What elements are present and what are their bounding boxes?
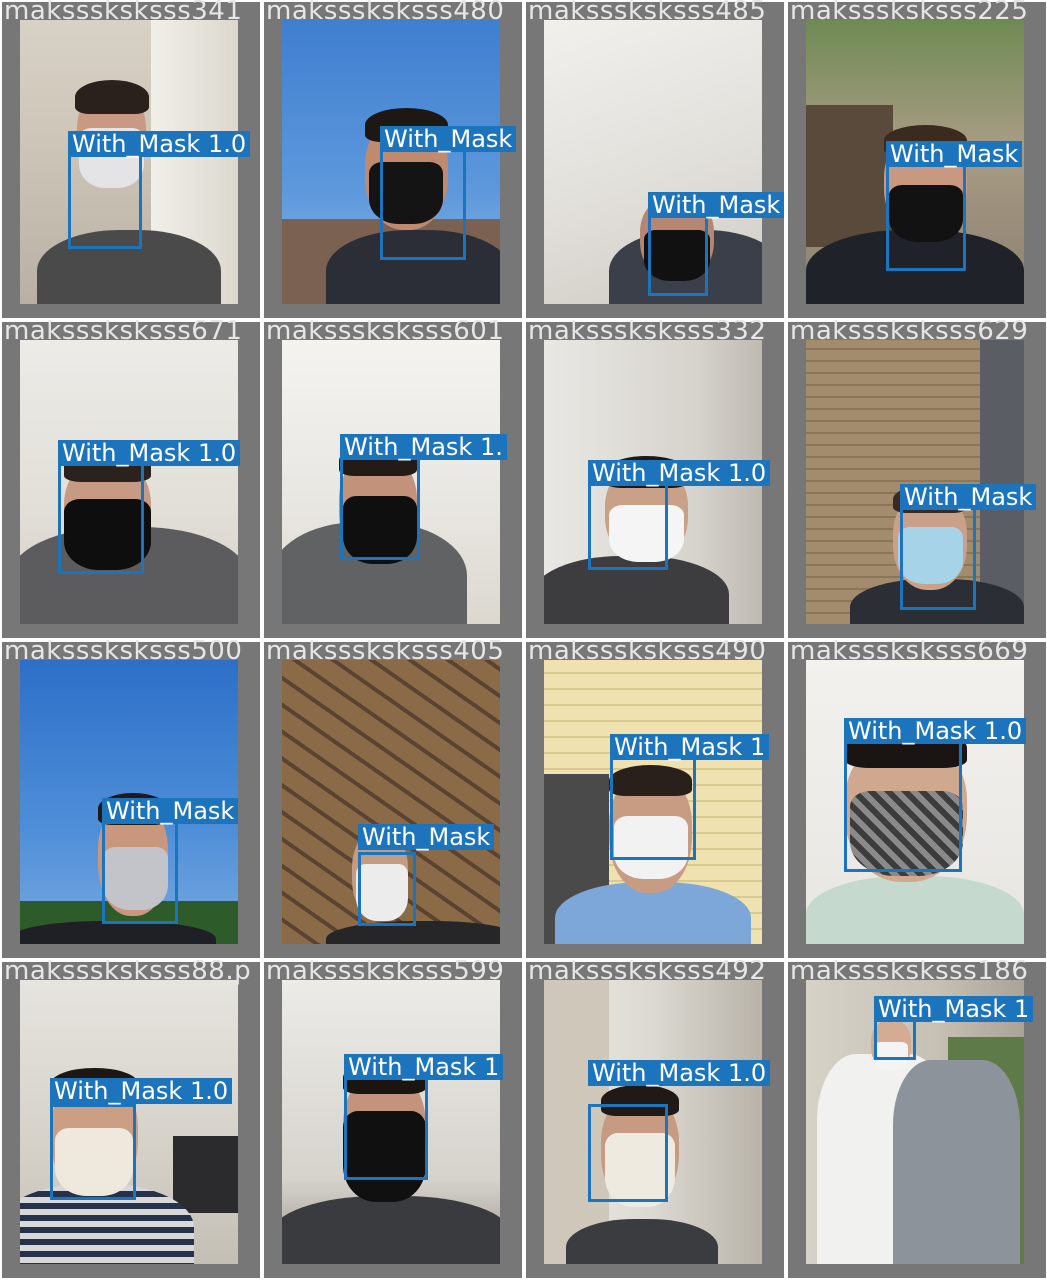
tile-4[interactable]: maksssksksss225 With_Mask: [786, 0, 1047, 320]
tile-filename: maksssksksss500: [4, 640, 243, 666]
tile-3[interactable]: maksssksksss485 With_Mask: [524, 0, 786, 320]
tile-filename: maksssksksss629: [790, 320, 1029, 346]
detection-box: [648, 214, 708, 296]
detection-label: With_Mask: [886, 141, 1023, 167]
tile-filename: maksssksksss225: [790, 0, 1029, 26]
detection-box: [588, 482, 668, 570]
tile-2[interactable]: maksssksksss480 With_Mask: [262, 0, 524, 320]
detection-box: [340, 456, 420, 560]
tile-5[interactable]: maksssksksss671 With_Mask 1.0: [0, 320, 262, 640]
detection-box: [50, 1104, 136, 1200]
tile-filename: maksssksksss490: [528, 640, 767, 666]
detection-label: With_Mask 1.0: [588, 1060, 771, 1086]
tile-1[interactable]: maksssksksss341 With_Mask 1.0: [0, 0, 262, 320]
tile-8[interactable]: maksssksksss629 With_Mask: [786, 320, 1047, 640]
detection-box: [358, 852, 416, 926]
detection-label: With_Mask 1: [610, 734, 770, 760]
tile-7[interactable]: maksssksksss332 With_Mask 1.0: [524, 320, 786, 640]
tile-15[interactable]: maksssksksss492 With_Mask 1.0: [524, 960, 786, 1280]
detection-box: [58, 462, 144, 574]
detection-label: With_Mask: [900, 484, 1037, 510]
detection-label: With_Mask 1.: [340, 434, 507, 460]
detection-label: With_Mask 1.0: [844, 718, 1027, 744]
detection-label: With_Mask 1.0: [588, 460, 771, 486]
tile-filename: maksssksksss485: [528, 0, 767, 26]
detection-label: With_Mask 1.0: [50, 1078, 233, 1104]
detection-label: With_Mask 1: [344, 1054, 504, 1080]
detection-label: With_Mask: [648, 192, 785, 218]
detection-box: [610, 756, 696, 860]
tile-13[interactable]: maksssksksss88.p With_Mask 1.0: [0, 960, 262, 1280]
detection-label: With_Mask: [102, 798, 239, 824]
tile-6[interactable]: maksssksksss601 With_Mask 1.: [262, 320, 524, 640]
detection-label: With_Mask: [358, 824, 495, 850]
tile-filename: maksssksksss480: [266, 0, 505, 26]
tile-filename: maksssksksss601: [266, 320, 505, 346]
tile-filename: maksssksksss186: [790, 960, 1029, 986]
detection-box: [380, 148, 466, 260]
detection-box: [900, 506, 976, 610]
tile-filename: maksssksksss341: [4, 0, 243, 26]
tile-14[interactable]: maksssksksss599 With_Mask 1: [262, 960, 524, 1280]
tile-16[interactable]: maksssksksss186 With_Mask 1: [786, 960, 1047, 1280]
tile-11[interactable]: maksssksksss490 With_Mask 1: [524, 640, 786, 960]
detection-grid: maksssksksss341 With_Mask 1.0 maksssksks…: [0, 0, 1047, 1280]
tile-filename: maksssksksss405: [266, 640, 505, 666]
detection-box: [844, 740, 962, 872]
tile-filename: maksssksksss669: [790, 640, 1029, 666]
tile-filename: maksssksksss671: [4, 320, 243, 346]
tile-filename: maksssksksss492: [528, 960, 767, 986]
tile-10[interactable]: maksssksksss405 With_Mask: [262, 640, 524, 960]
tile-9[interactable]: maksssksksss500 With_Mask: [0, 640, 262, 960]
detection-box: [68, 153, 142, 249]
detection-box: [886, 163, 966, 271]
detection-box: [344, 1076, 428, 1180]
detection-label: With_Mask 1.0: [58, 440, 241, 466]
detection-box: [874, 1018, 916, 1060]
detection-box: [102, 820, 178, 924]
detection-label: With_Mask 1.0: [68, 131, 251, 157]
detection-box: [588, 1104, 668, 1202]
detection-label: With_Mask: [380, 126, 517, 152]
detection-label: With_Mask 1: [874, 996, 1034, 1022]
tile-filename: maksssksksss332: [528, 320, 767, 346]
tile-12[interactable]: maksssksksss669 With_Mask 1.0: [786, 640, 1047, 960]
tile-filename: maksssksksss599: [266, 960, 505, 986]
tile-filename: maksssksksss88.p: [4, 960, 252, 986]
